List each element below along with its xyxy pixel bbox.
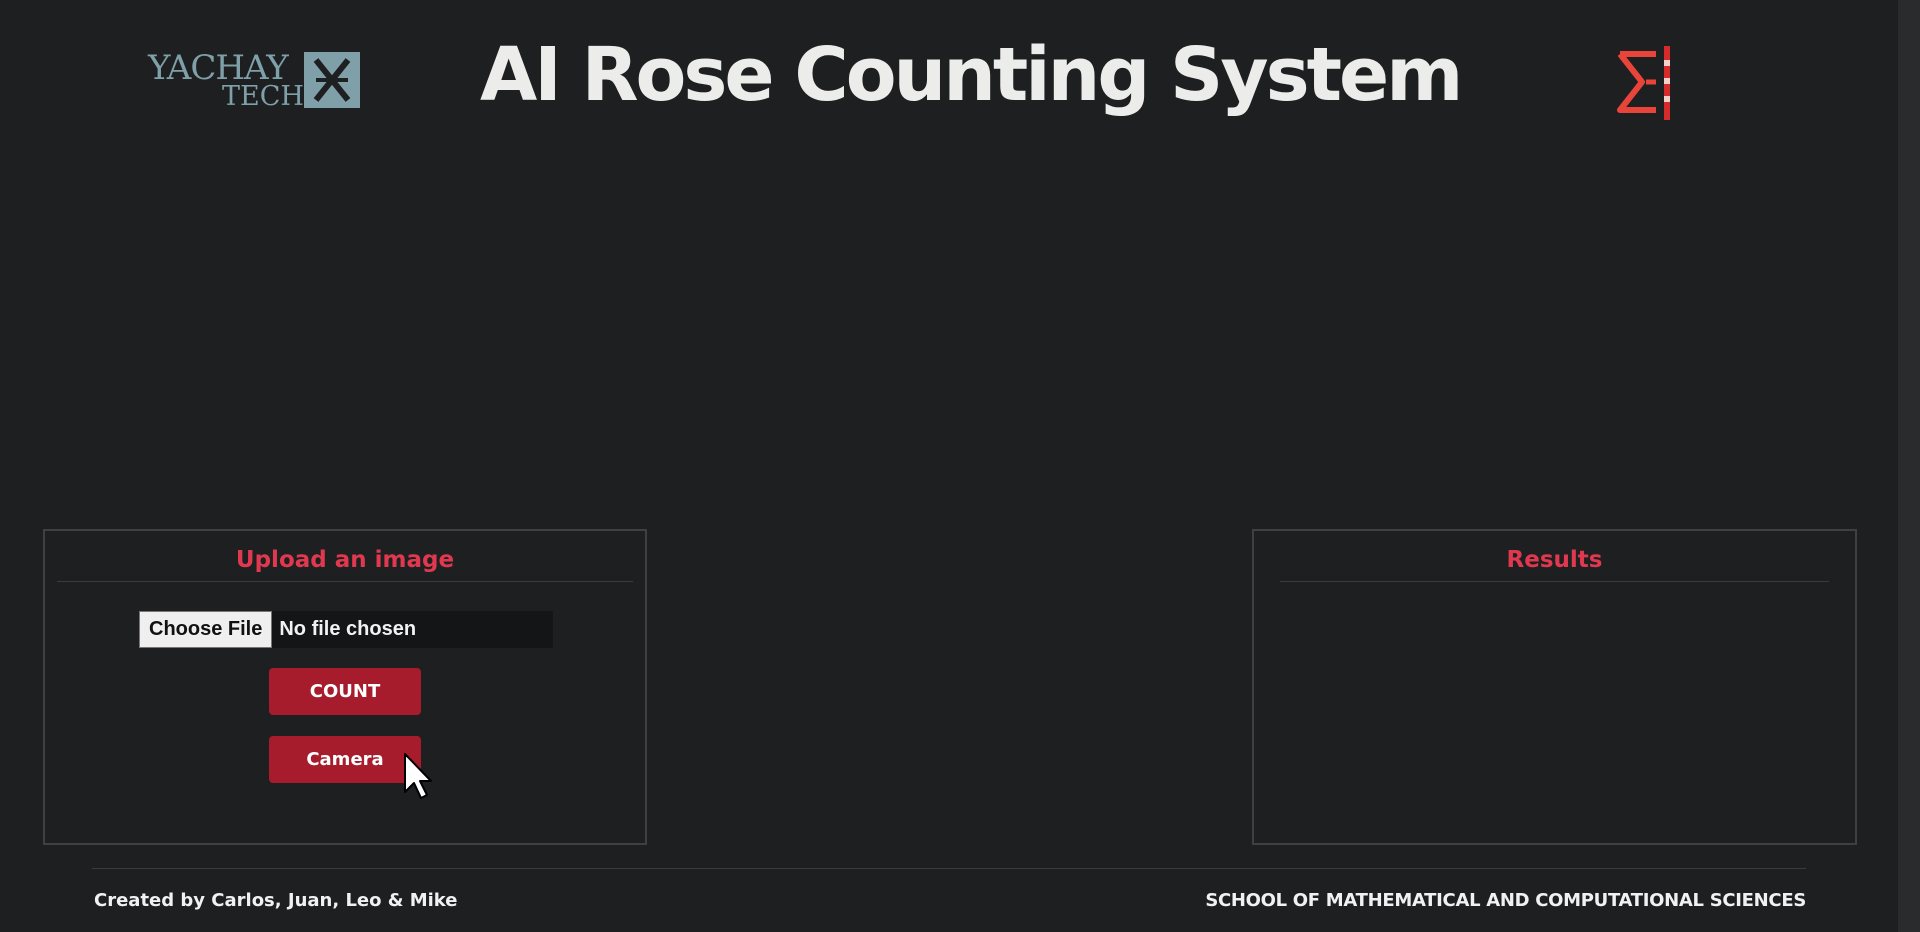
file-input[interactable]: Choose File No file chosen: [139, 611, 553, 648]
footer-school: SCHOOL OF MATHEMATICAL AND COMPUTATIONAL…: [1205, 890, 1806, 911]
page: YACHAY TECH AI Rose Counting System Uplo…: [0, 0, 1920, 932]
choose-file-button[interactable]: Choose File: [139, 611, 273, 648]
file-status-text: No file chosen: [279, 618, 417, 640]
sigma-logo-icon: [1616, 44, 1676, 122]
upload-panel-divider: [57, 581, 633, 582]
count-button[interactable]: COUNT: [269, 668, 421, 715]
page-title: AI Rose Counting System: [480, 32, 1463, 118]
results-panel-divider: [1280, 581, 1829, 582]
results-panel-title: Results: [1506, 547, 1603, 573]
results-panel: Results: [1252, 529, 1857, 845]
footer-divider: [92, 868, 1806, 869]
upload-panel: Upload an image Choose File No file chos…: [43, 529, 647, 845]
footer-credit: Created by Carlos, Juan, Leo & Mike: [94, 890, 458, 911]
yachay-tech-logo-icon: [304, 52, 360, 108]
camera-button[interactable]: Camera: [269, 736, 421, 783]
upload-panel-title: Upload an image: [235, 547, 455, 573]
logo-word-tech: TECH: [222, 81, 304, 112]
vertical-scrollbar[interactable]: [1898, 0, 1920, 932]
yachay-tech-logo: YACHAY TECH: [148, 50, 360, 112]
